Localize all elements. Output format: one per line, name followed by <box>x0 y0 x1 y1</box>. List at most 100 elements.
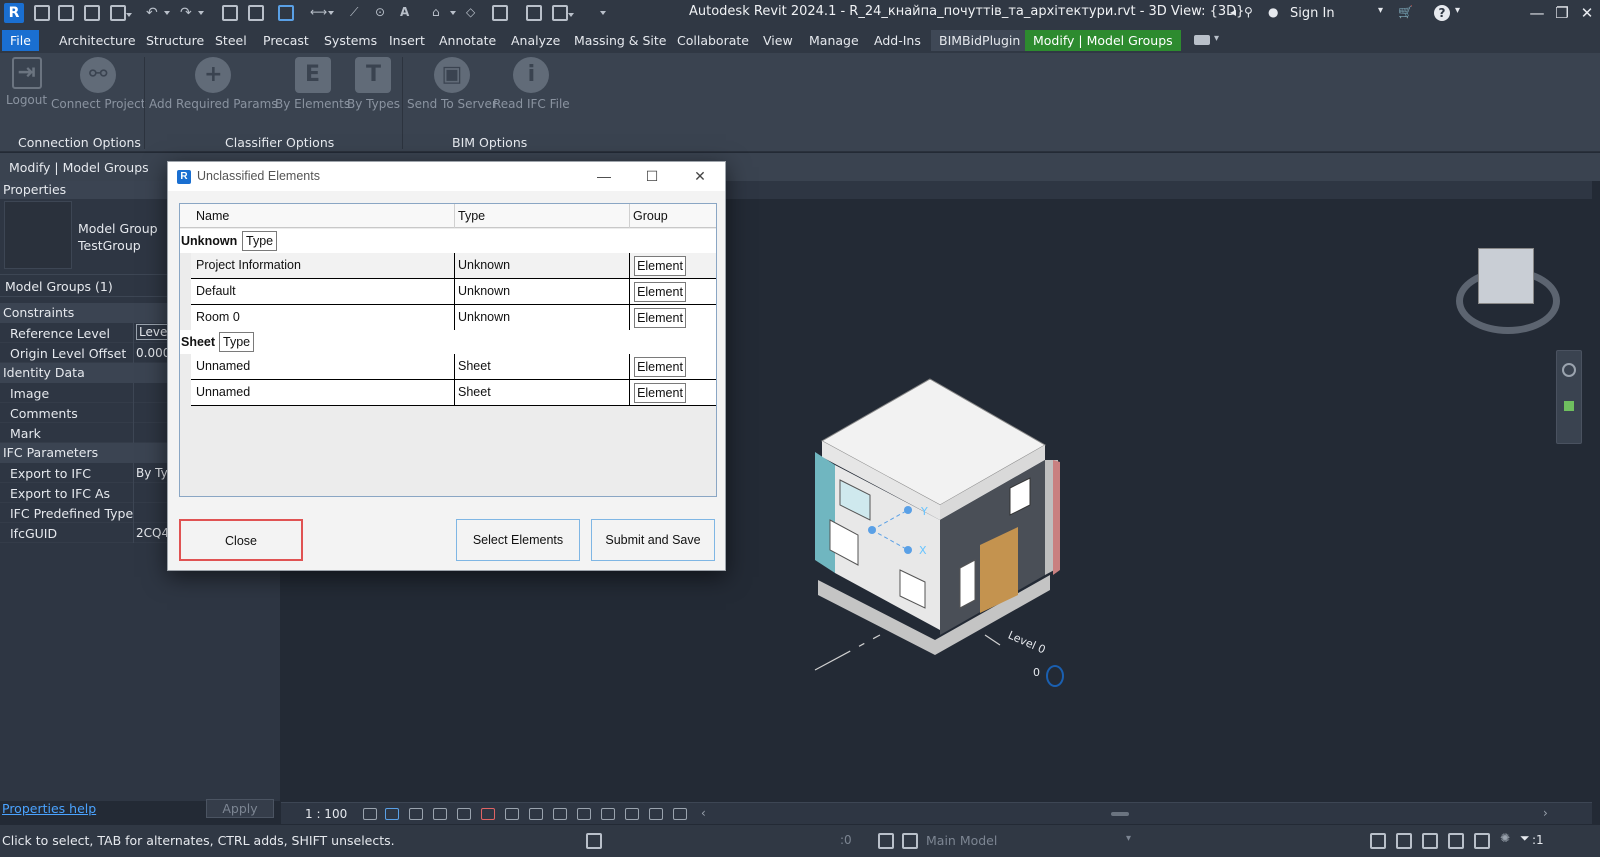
tab-systems[interactable]: Systems <box>316 30 385 51</box>
element-button[interactable]: Element <box>634 282 686 302</box>
sign-in-link[interactable]: Sign In <box>1290 6 1335 21</box>
select-pinned-icon[interactable] <box>1422 833 1438 849</box>
active-model-dropdown[interactable]: Main Model <box>926 833 997 848</box>
show-crop-icon[interactable] <box>505 808 519 820</box>
send-to-server-button[interactable]: ▣ Send To Server <box>407 57 497 111</box>
minimize-icon[interactable]: — <box>1527 4 1547 22</box>
measure-icon[interactable] <box>248 5 264 21</box>
background-process-icon[interactable]: ✺ <box>1500 831 1516 847</box>
close-icon[interactable]: ✕ <box>690 167 710 185</box>
tag-icon[interactable]: ⊙ <box>375 5 391 21</box>
crop-view-icon[interactable] <box>481 808 495 820</box>
select-by-face-icon[interactable] <box>1448 833 1464 849</box>
home-icon[interactable] <box>34 5 50 21</box>
tab-annotate[interactable]: Annotate <box>431 30 504 51</box>
table-row[interactable]: Default Unknown Element <box>191 279 716 305</box>
user-icon[interactable]: ● <box>1268 5 1284 21</box>
sync-icon[interactable] <box>110 5 132 21</box>
type-family[interactable]: Model Group <box>78 221 158 236</box>
modify-icon[interactable] <box>278 5 294 21</box>
logout-button[interactable]: ⇥ Logout <box>6 57 47 107</box>
tab-architecture[interactable]: Architecture <box>51 30 144 51</box>
hide-isolate-icon[interactable] <box>553 808 567 820</box>
tab-collaborate[interactable]: Collaborate <box>669 30 757 51</box>
tab-view[interactable]: View <box>755 30 801 51</box>
column-header-group[interactable]: Group <box>633 209 668 223</box>
close-button[interactable]: Close <box>179 519 303 561</box>
column-header-type[interactable]: Type <box>458 209 485 223</box>
tab-manage[interactable]: Manage <box>801 30 867 51</box>
open-icon[interactable] <box>58 5 74 21</box>
restore-icon[interactable]: ❐ <box>1552 4 1572 22</box>
tab-structure[interactable]: Structure <box>138 30 212 51</box>
tab-massing-site[interactable]: Massing & Site <box>566 30 675 51</box>
undo-icon[interactable]: ↶ <box>146 5 170 21</box>
by-elements-button[interactable]: E By Elements <box>275 57 350 111</box>
table-row[interactable]: Project Information Unknown Element <box>191 253 716 279</box>
3d-view-icon[interactable]: ⌂ <box>432 5 456 21</box>
type-name[interactable]: TestGroup <box>78 238 141 253</box>
select-underlay-icon[interactable] <box>1396 833 1412 849</box>
visual-style-icon[interactable] <box>385 808 399 820</box>
tab-bimbidplugin[interactable]: BIMBidPlugin <box>931 30 1029 51</box>
redo-icon[interactable]: ↷ <box>180 5 204 21</box>
panel-toggle-dropdown-icon[interactable]: ▾ <box>1214 33 1230 49</box>
design-options-icon[interactable] <box>878 833 894 849</box>
tab-modify-model-groups[interactable]: Modify | Model Groups <box>1025 30 1181 51</box>
spot-icon[interactable]: ⟋ <box>350 5 366 21</box>
panel-toggle-icon[interactable] <box>1194 35 1210 45</box>
column-header-name[interactable]: Name <box>196 209 229 223</box>
connect-project-button[interactable]: ⚯ Connect Project <box>51 57 146 111</box>
tab-file[interactable]: File <box>2 30 39 51</box>
thin-lines-icon[interactable] <box>492 5 508 21</box>
elements-grid[interactable]: Name Type Group Unknown Type Project Inf… <box>179 203 717 497</box>
add-required-params-button[interactable]: + Add Required Params <box>149 57 278 111</box>
tab-add-ins[interactable]: Add-Ins <box>866 30 929 51</box>
tab-insert[interactable]: Insert <box>381 30 433 51</box>
chevron-down-icon[interactable]: ▾ <box>1378 5 1394 21</box>
lock-view-icon[interactable] <box>529 808 543 820</box>
analytical-model-icon[interactable] <box>649 808 663 820</box>
select-links-icon[interactable] <box>1370 833 1386 849</box>
tab-precast[interactable]: Precast <box>255 30 317 51</box>
dialog-title-bar[interactable]: R Unclassified Elements — ☐ ✕ <box>168 162 725 191</box>
viewcube-icon[interactable] <box>1478 248 1534 304</box>
worksharing-display-icon[interactable] <box>625 808 639 820</box>
customize-qat-icon[interactable] <box>582 5 606 21</box>
revit-logo-icon[interactable]: R <box>4 3 24 23</box>
submit-and-save-button[interactable]: Submit and Save <box>591 519 715 561</box>
element-button[interactable]: Element <box>634 357 686 377</box>
dimension-icon[interactable]: ⟷ <box>310 5 334 21</box>
element-button[interactable]: Element <box>634 308 686 328</box>
scroll-left-icon[interactable]: ‹ <box>701 806 706 820</box>
apply-button[interactable]: Apply <box>206 799 274 818</box>
close-hidden-icon[interactable] <box>526 5 542 21</box>
close-icon[interactable]: ✕ <box>1577 4 1597 22</box>
shadows-icon[interactable] <box>433 808 447 820</box>
properties-help-link[interactable]: Properties help <box>2 801 96 816</box>
navigation-bar[interactable] <box>1556 350 1582 444</box>
element-button[interactable]: Element <box>634 383 686 403</box>
maximize-icon[interactable]: ☐ <box>642 167 662 185</box>
switch-windows-icon[interactable] <box>552 5 574 21</box>
by-types-button[interactable]: T By Types <box>347 57 400 111</box>
tab-steel[interactable]: Steel <box>207 30 255 51</box>
steering-wheel-icon[interactable] <box>1562 363 1576 377</box>
section-icon[interactable]: ◇ <box>466 5 482 21</box>
help-icon[interactable]: ? <box>1434 5 1450 21</box>
group-type-button[interactable]: Type <box>242 231 278 251</box>
horizontal-scrollbar[interactable] <box>1111 812 1129 816</box>
cart-icon[interactable]: 🛒 <box>1398 5 1414 21</box>
minimize-icon[interactable]: — <box>594 167 614 185</box>
read-ifc-file-button[interactable]: i Read IFC File <box>493 57 570 111</box>
tab-analyze[interactable]: Analyze <box>503 30 568 51</box>
sun-path-icon[interactable] <box>409 808 423 820</box>
reveal-hidden-icon[interactable] <box>577 808 591 820</box>
table-row[interactable]: Unnamed Sheet Element <box>191 354 716 380</box>
binoculars-icon[interactable]: ⚲ <box>1244 5 1260 21</box>
print-icon[interactable] <box>222 5 238 21</box>
save-icon[interactable] <box>84 5 100 21</box>
editable-only-icon[interactable] <box>902 833 918 849</box>
render-icon[interactable] <box>457 808 471 820</box>
text-icon[interactable]: A <box>400 5 416 21</box>
